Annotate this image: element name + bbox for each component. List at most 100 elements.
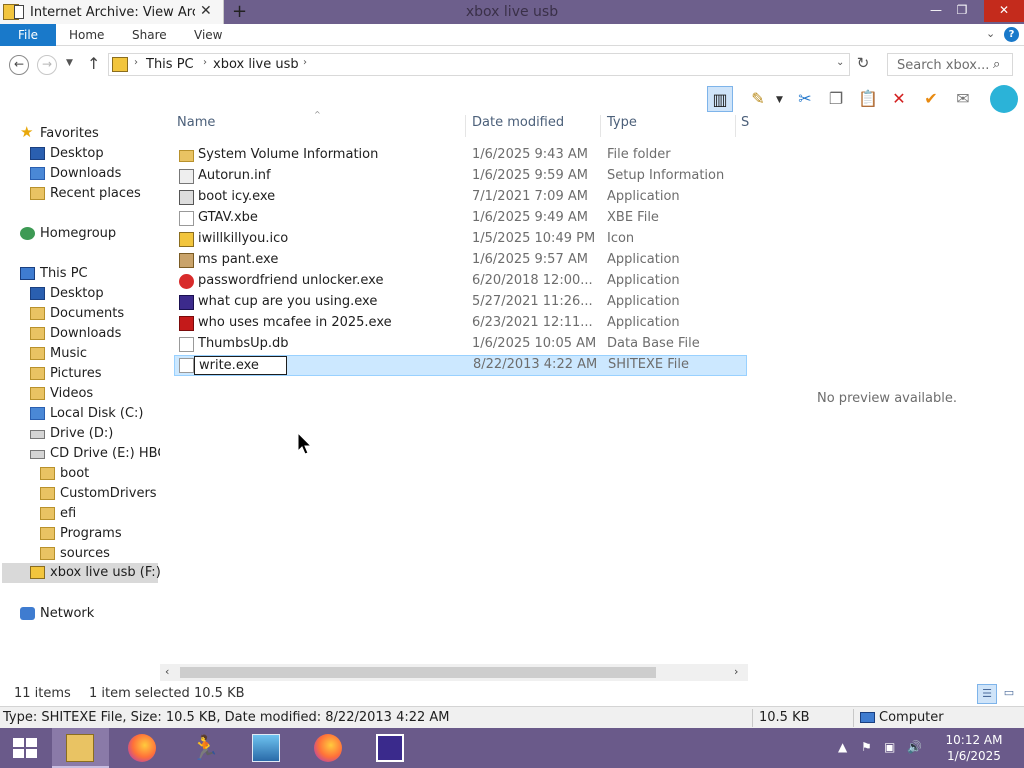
file-row-selected[interactable]: write.exe 8/22/2013 4:22 AM SHITEXE File [174,355,747,376]
file-row[interactable]: GTAV.xbe 1/6/2025 9:49 AM XBE File [174,208,747,229]
large-icons-view-icon[interactable]: ▭ [999,684,1019,704]
tab-share[interactable]: Share [132,28,167,42]
rename-check-icon[interactable]: ✔ [918,86,944,112]
start-button[interactable] [0,728,50,768]
back-arrow-icon[interactable]: ← [9,55,29,75]
nav-label: Downloads [50,326,122,341]
file-row[interactable]: passwordfriend unlocker.exe 6/20/2018 12… [174,271,747,292]
show-hidden-icons-icon[interactable]: ▲ [838,740,847,754]
search-icon[interactable]: ⌕ [993,57,1000,72]
column-divider[interactable] [735,115,736,137]
file-icon [179,337,194,352]
file-row[interactable]: ThumbsUp.db 1/6/2025 10:05 AM Data Base … [174,334,747,355]
scrollbar-thumb[interactable] [180,667,656,678]
tab-home[interactable]: Home [69,28,104,42]
flag-icon[interactable]: ⚑ [861,740,872,754]
tab-file[interactable]: File [0,24,56,46]
sort-arrow-icon: ^ [314,110,321,119]
file-row[interactable]: ms pant.exe 1/6/2025 9:57 AM Application [174,250,747,271]
rename-input[interactable]: write.exe [194,356,287,375]
address-row: ← → ▼ ↑ › This PC › xbox live usb › ⌄ ↻ … [0,47,1024,83]
maximize-button[interactable]: ❐ [946,0,978,22]
tab-view[interactable]: View [194,28,222,42]
column-header-date[interactable]: Date modified [472,115,564,137]
copy-icon[interactable]: ❐ [823,86,849,112]
file-date: 5/27/2021 11:26... [472,294,593,309]
clock-date: 1/6/2025 [947,749,1001,763]
taskbar-firefox[interactable] [114,728,171,768]
breadcrumb-this-pc[interactable]: This PC [146,57,194,72]
setup-info-icon [179,169,194,184]
column-header-name[interactable]: Name [177,115,215,137]
file-type: Icon [607,231,635,246]
breadcrumb-separator-icon[interactable]: › [303,57,307,68]
help-icon[interactable]: ? [1004,27,1019,42]
nav-label: Programs [60,526,122,541]
preview-pane-icon[interactable]: ▥ [707,86,733,112]
ribbon-expand-icon[interactable]: ⌄ [986,27,995,40]
file-type: File folder [607,147,671,162]
file-date: 8/22/2013 4:22 AM [473,357,598,372]
local-disk-icon [30,407,45,420]
breadcrumb-xbox-live-usb[interactable]: xbox live usb [213,57,299,72]
file-row[interactable]: Autorun.inf 1/6/2025 9:59 AM Setup Infor… [174,166,747,187]
globe-icon[interactable] [990,85,1018,113]
file-type: Setup Information [607,168,725,183]
computer-icon [860,712,875,723]
delete-icon[interactable]: ✕ [886,86,912,112]
up-arrow-icon[interactable]: ↑ [87,54,100,73]
address-dropdown-icon[interactable]: ⌄ [836,57,844,68]
paste-icon[interactable]: 📋 [855,86,881,112]
preview-pane: No preview available. [750,115,1024,683]
taskbar-photo-app[interactable] [238,728,295,768]
scroll-left-icon[interactable]: ‹ [165,665,169,678]
column-divider[interactable] [600,115,601,137]
file-date: 6/23/2021 12:11... [472,315,593,330]
clock[interactable]: 10:12 AM 1/6/2025 [935,732,1013,764]
divider [752,709,753,727]
file-row[interactable]: boot icy.exe 7/1/2021 7:09 AM Applicatio… [174,187,747,208]
taskbar-cpu-app[interactable] [362,728,419,768]
title-bar: Internet Archive: View Arc ✕ + xbox live… [0,0,1024,24]
search-input[interactable]: Search xbox... ⌕ [887,53,1013,76]
item-count: 11 items [14,686,71,701]
file-list: System Volume Information 1/6/2025 9:43 … [174,145,747,376]
scroll-right-icon[interactable]: › [734,665,738,678]
properties-dropdown-icon[interactable]: ▼ [776,95,783,105]
file-row[interactable]: iwillkillyou.ico 1/5/2025 10:49 PM Icon [174,229,747,250]
file-row[interactable]: who uses mcafee in 2025.exe 6/23/2021 12… [174,313,747,334]
status-bar: 11 items 1 item selected 10.5 KB ☰ ▭ [0,683,1024,705]
details-bar: Type: SHITEXE File, Size: 10.5 KB, Date … [0,706,1024,728]
column-divider[interactable] [465,115,466,137]
recent-locations-dropdown[interactable]: ▼ [66,58,73,68]
folder-icon [40,467,55,480]
window-title: xbox live usb [465,4,559,20]
forward-arrow-icon[interactable]: → [37,55,57,75]
file-row[interactable]: System Volume Information 1/6/2025 9:43 … [174,145,747,166]
details-view-icon[interactable]: ☰ [977,684,997,704]
email-icon[interactable]: ✉ [950,86,976,112]
horizontal-scrollbar[interactable]: ‹ › [160,664,748,681]
file-row[interactable]: what cup are you using.exe 5/27/2021 11:… [174,292,747,313]
nav-label: boot [60,466,90,481]
nav-label: Documents [50,306,125,321]
refresh-icon[interactable]: ↻ [852,54,874,76]
cut-icon[interactable]: ✂ [792,86,818,112]
address-bar[interactable]: › This PC › xbox live usb › ⌄ [108,53,850,76]
breadcrumb-separator-icon[interactable]: › [134,57,138,68]
volume-icon[interactable]: 🔊 [907,740,922,754]
breadcrumb-separator-icon[interactable]: › [203,57,207,68]
taskbar-runner-app[interactable]: 🏃 [176,728,233,768]
taskbar-file-explorer[interactable] [52,728,109,768]
column-header-size[interactable]: S [741,115,749,137]
taskbar-firefox-2[interactable] [300,728,357,768]
nav-xbox-live-usb[interactable]: xbox live usb (F:) [2,563,160,583]
column-header-type[interactable]: Type [607,115,637,137]
network-tray-icon[interactable]: ▣ [884,740,895,754]
properties-icon[interactable]: ✎ [745,86,771,112]
close-button[interactable]: ✕ [984,0,1024,22]
file-name: System Volume Information [198,147,379,162]
navigation-pane: ★ Favorites Desktop Downloads Recent pla… [0,115,160,683]
nav-label: CustomDrivers [60,486,157,501]
mcafee-icon [179,316,194,331]
